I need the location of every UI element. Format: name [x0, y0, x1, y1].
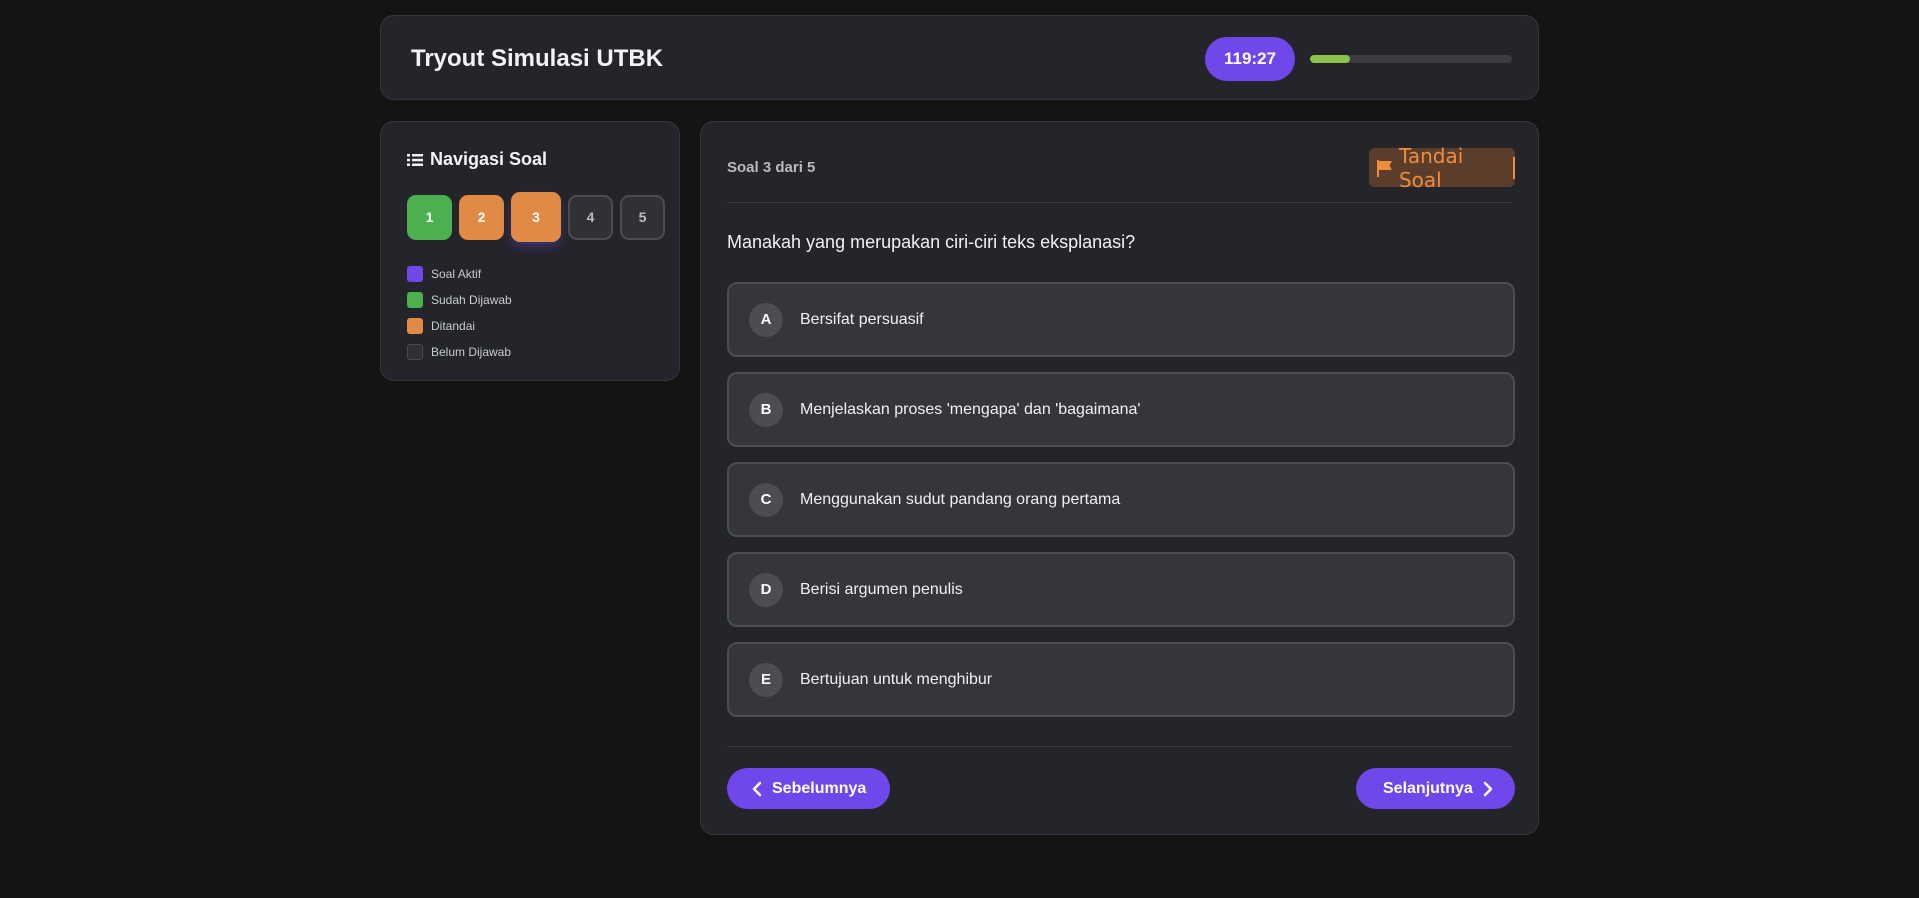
- top-header: Tryout Simulasi UTBK 119:27: [380, 15, 1539, 100]
- flag-question-button[interactable]: Tandai Soal: [1369, 144, 1516, 192]
- legend-label: Ditandai: [431, 319, 476, 333]
- legend-item-answered: Sudah Dijawab: [407, 287, 512, 313]
- legend-item-active: Soal Aktif: [407, 261, 512, 287]
- legend-swatch-unanswered: [407, 344, 423, 360]
- text-cursor: [1513, 156, 1516, 179]
- answer-options: A Bersifat persuasif B Menjelaskan prose…: [727, 282, 1515, 732]
- top-divider: [727, 202, 1512, 203]
- option-text: Bertujuan untuk menghibur: [800, 670, 993, 688]
- question-counter: Soal 3 dari 5: [727, 159, 816, 176]
- question-card: Soal 3 dari 5 Tandai Soal Manakah yang m…: [700, 121, 1539, 835]
- option-letter: E: [749, 662, 783, 697]
- legend-swatch-active: [407, 266, 423, 282]
- question-button-3[interactable]: 3: [511, 192, 561, 242]
- option-letter: B: [749, 392, 783, 427]
- legend-item-unanswered: Belum Dijawab: [407, 339, 512, 365]
- option-text: Berisi argumen penulis: [800, 580, 963, 598]
- next-button[interactable]: Selanjutnya: [1356, 768, 1515, 809]
- legend-label: Sudah Dijawab: [431, 293, 512, 307]
- question-button-4[interactable]: 4: [568, 194, 613, 240]
- flag-question-label: Tandai Soal: [1398, 143, 1464, 192]
- legend-swatch-flagged: [407, 318, 423, 334]
- option-d[interactable]: D Berisi argumen penulis: [727, 552, 1515, 627]
- question-button-2[interactable]: 2: [459, 194, 504, 240]
- legend-item-flagged: Ditandai: [407, 313, 512, 339]
- question-button-1[interactable]: 1: [407, 194, 452, 240]
- option-a[interactable]: A Bersifat persuasif: [727, 282, 1515, 357]
- chevron-left-icon: [752, 781, 762, 796]
- option-text: Menggunakan sudut pandang orang pertama: [800, 490, 1121, 508]
- progress-bar-fill: [1310, 55, 1351, 63]
- next-button-label: Selanjutnya: [1383, 779, 1473, 797]
- option-letter: D: [749, 572, 783, 607]
- timer-badge: 119:27: [1205, 37, 1295, 81]
- option-b[interactable]: B Menjelaskan proses 'mengapa' dan 'baga…: [727, 372, 1515, 447]
- question-navigation-panel: Navigasi Soal 1 2 3 4 5 Soal Aktif Sudah…: [380, 121, 680, 381]
- option-text: Bersifat persuasif: [800, 310, 924, 328]
- option-letter: A: [749, 302, 783, 337]
- progress-bar: [1310, 55, 1512, 63]
- question-button-5[interactable]: 5: [620, 194, 665, 240]
- question-number-grid: 1 2 3 4 5: [407, 192, 665, 242]
- option-e[interactable]: E Bertujuan untuk menghibur: [727, 642, 1515, 717]
- option-letter: C: [749, 482, 783, 517]
- list-icon: [407, 153, 423, 166]
- status-legend: Soal Aktif Sudah Dijawab Ditandai Belum …: [407, 261, 512, 365]
- previous-button[interactable]: Sebelumnya: [727, 768, 890, 809]
- sidebar-title: Navigasi Soal: [407, 149, 547, 170]
- legend-swatch-answered: [407, 292, 423, 308]
- legend-label: Soal Aktif: [431, 267, 482, 281]
- flag-icon: [1376, 159, 1392, 177]
- option-text: Menjelaskan proses 'mengapa' dan 'bagaim…: [800, 400, 1141, 418]
- legend-label: Belum Dijawab: [431, 345, 512, 359]
- option-c[interactable]: C Menggunakan sudut pandang orang pertam…: [727, 462, 1515, 537]
- question-text: Manakah yang merupakan ciri-ciri teks ek…: [727, 232, 1136, 252]
- previous-button-label: Sebelumnya: [772, 779, 867, 797]
- app-title: Tryout Simulasi UTBK: [411, 45, 664, 72]
- chevron-right-icon: [1483, 781, 1493, 796]
- bottom-divider: [727, 746, 1512, 747]
- sidebar-title-label: Navigasi Soal: [430, 149, 548, 169]
